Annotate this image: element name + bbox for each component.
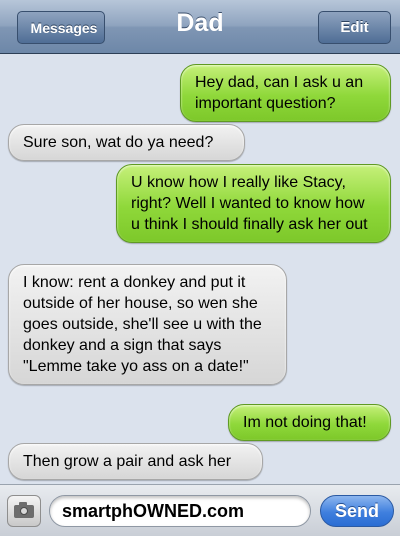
message-input-bar: smartphOWNED.com Send [0,484,400,536]
navigation-bar: Messages Dad Edit [0,0,400,54]
message-sent: Hey dad, can I ask u an important questi… [180,64,391,122]
send-button[interactable]: Send [320,495,394,527]
message-input[interactable]: smartphOWNED.com [49,495,311,527]
message-received: Sure son, wat do ya need? [8,124,245,161]
camera-lens-icon [20,507,28,515]
message-received: I know: rent a donkey and put it outside… [8,264,287,385]
message-sent: Im not doing that! [228,404,391,441]
edit-button[interactable]: Edit [318,11,391,44]
camera-button[interactable] [7,495,41,527]
message-received: Then grow a pair and ask her [8,443,263,480]
messages-screen: Messages Dad Edit Hey dad, can I ask u a… [0,0,400,536]
message-sent: U know how I really like Stacy, right? W… [116,164,391,243]
